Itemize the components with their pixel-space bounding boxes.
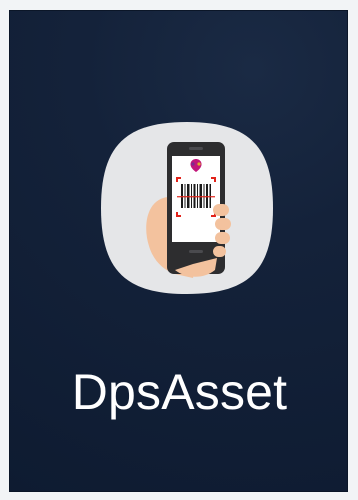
barcode-scanner-phone-icon: [101, 122, 273, 294]
phone-home-button: [189, 250, 203, 253]
phone-speaker: [189, 147, 203, 150]
scan-line: [177, 196, 215, 198]
app-launcher-tile: DpsAsset: [9, 10, 348, 492]
app-icon[interactable]: [97, 118, 277, 298]
app-name-label: DpsAsset: [71, 364, 288, 420]
